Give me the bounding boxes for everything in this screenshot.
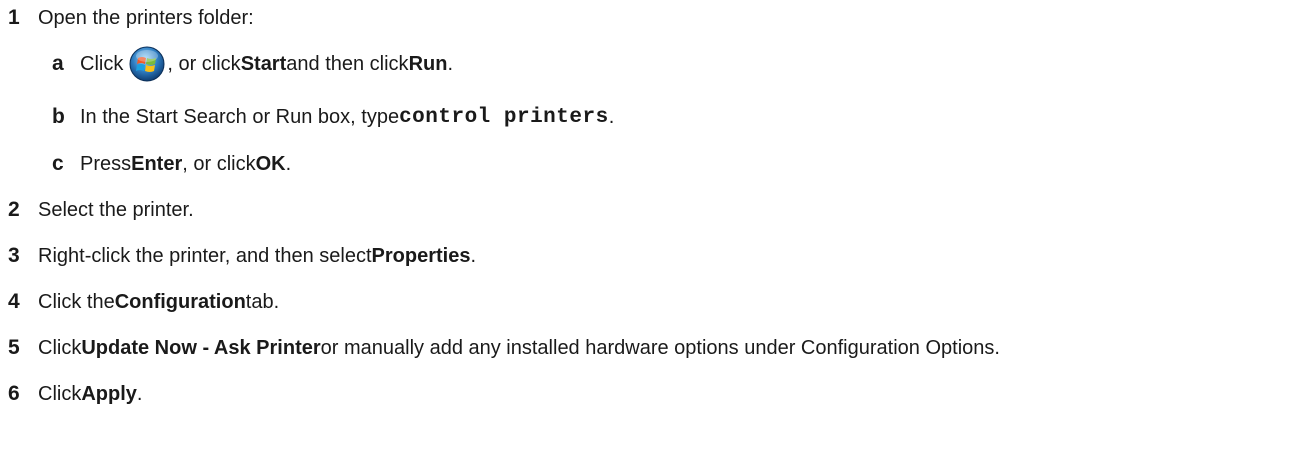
step-text-pre: Right-click the printer, and then select: [38, 244, 372, 267]
windows-start-orb-icon: [129, 46, 165, 82]
step-text-pre: Click: [38, 382, 82, 405]
step-2: 2 Select the printer.: [8, 194, 194, 226]
step-text-post: .: [136, 382, 143, 405]
step-number: 1: [8, 6, 20, 29]
command-text: control printers: [399, 105, 609, 129]
step-text-pre: Click: [38, 336, 82, 359]
substep-text-pre: Click: [80, 52, 124, 75]
apply-label: Apply: [81, 382, 137, 405]
substep-text-mid: , or click: [167, 52, 241, 75]
step-4: 4 Click the Configuration tab.: [8, 286, 279, 318]
substep-letter: b: [52, 105, 65, 128]
substep-letter: c: [52, 152, 64, 175]
start-label: Start: [240, 52, 287, 75]
ok-label: OK: [255, 152, 286, 175]
step-text: Select the printer.: [38, 198, 194, 221]
step-text-post: .: [470, 244, 477, 267]
step-5: 5 Click Update Now - Ask Printer or manu…: [8, 332, 1000, 364]
substep-text-mid: , or click: [182, 152, 256, 175]
step-number: 2: [8, 198, 20, 221]
properties-label: Properties: [371, 244, 471, 267]
step-text-pre: Click the: [38, 290, 115, 313]
enter-label: Enter: [131, 152, 183, 175]
substep-letter: a: [52, 52, 64, 75]
substep-c: c Press Enter , or click OK .: [52, 148, 291, 180]
step-number: 3: [8, 244, 20, 267]
substep-text-pre: In the Start Search or Run box, type: [80, 105, 400, 128]
substep-text-pre: Press: [80, 152, 132, 175]
step-number: 5: [8, 336, 20, 359]
step-3: 3 Right-click the printer, and then sele…: [8, 240, 476, 272]
substep-text-post: .: [447, 52, 454, 75]
run-label: Run: [408, 52, 448, 75]
step-text: Open the printers folder:: [38, 6, 254, 29]
step-1: 1 Open the printers folder:: [8, 2, 254, 34]
substep-text-post: .: [285, 152, 292, 175]
substep-text-mid2: and then click: [286, 52, 409, 75]
step-text-post: tab.: [245, 290, 280, 313]
step-number: 4: [8, 290, 20, 313]
substep-b: b In the Start Search or Run box, type c…: [52, 101, 614, 133]
step-number: 6: [8, 382, 20, 405]
step-6: 6 Click Apply .: [8, 378, 142, 410]
substep-text-post: .: [608, 105, 615, 128]
substep-a: a Click , or click Start and then click …: [52, 46, 454, 82]
update-now-label: Update Now - Ask Printer: [81, 336, 321, 359]
configuration-label: Configuration: [114, 290, 246, 313]
step-text-post: or manually add any installed hardware o…: [320, 336, 1000, 359]
